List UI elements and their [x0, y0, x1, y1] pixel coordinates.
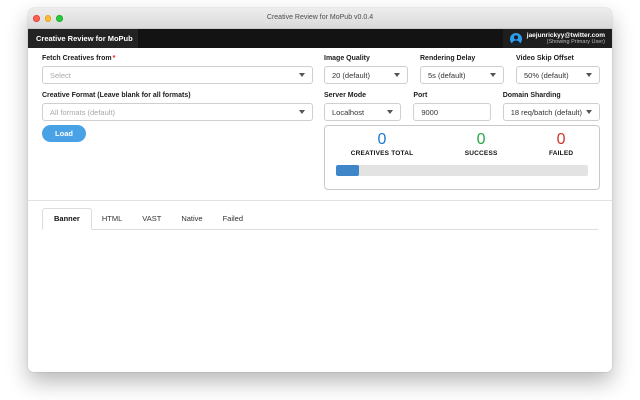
user-email: jaejunrickyy@twitter.com: [526, 31, 605, 39]
domain-sharding-label: Domain Sharding: [502, 92, 561, 99]
domain-sharding-value: 18 req/batch (default): [510, 107, 582, 117]
server-mode-label: Server Mode: [324, 92, 367, 99]
fetch-creatives-value: Select: [50, 70, 71, 80]
stats-row: 0 CREATIVES TOTAL 0 SUCCESS 0 FAILED: [325, 131, 599, 157]
chevron-down-icon: [394, 73, 400, 77]
chevron-down-icon: [387, 110, 394, 114]
video-skip-offset-select[interactable]: 50% (default): [516, 66, 600, 84]
tab-native[interactable]: Native: [171, 209, 212, 229]
result-tabs: Banner HTML VAST Native Failed: [42, 208, 598, 230]
video-skip-offset-value: 50% (default): [524, 70, 569, 80]
progress-fill: [336, 165, 359, 176]
fetch-creatives-field: Fetch Creatives from* Select: [42, 55, 313, 84]
stat-creatives-total: 0 CREATIVES TOTAL: [351, 131, 414, 157]
image-quality-field: Image Quality 20 (default): [324, 55, 408, 84]
progress-bar: [336, 165, 588, 176]
rendering-delay-label: Rendering Delay: [420, 55, 476, 62]
tab-html[interactable]: HTML: [92, 209, 132, 229]
app-window: Creative Review for MoPub v0.0.4 Creativ…: [28, 8, 612, 372]
settings-row-1: Image Quality 20 (default) Rendering Del…: [324, 55, 600, 84]
user-menu[interactable]: jaejunrickyy@twitter.com (Showing Primar…: [502, 29, 612, 48]
fetch-creatives-label: Fetch Creatives from*: [42, 55, 313, 62]
tab-banner[interactable]: Banner: [42, 208, 92, 230]
port-input[interactable]: [413, 103, 491, 121]
app-brand: Creative Review for MoPub: [28, 29, 138, 48]
image-quality-label: Image Quality: [324, 55, 370, 62]
domain-sharding-field: Domain Sharding 18 req/batch (default): [502, 92, 600, 121]
creative-format-value: All formats (default): [50, 107, 116, 117]
chevron-down-icon: [490, 73, 496, 77]
server-mode-select[interactable]: Localhost: [324, 103, 402, 121]
macos-titlebar[interactable]: Creative Review for MoPub v0.0.4: [28, 8, 612, 29]
server-mode-value: Localhost: [332, 107, 365, 117]
creative-format-select[interactable]: All formats (default): [42, 103, 313, 121]
desktop: Creative Review for MoPub v0.0.4 Creativ…: [0, 0, 640, 400]
chevron-down-icon: [586, 73, 592, 77]
stats-panel: 0 CREATIVES TOTAL 0 SUCCESS 0 FAILED: [324, 125, 600, 190]
window-title: Creative Review for MoPub v0.0.4: [266, 14, 374, 21]
server-mode-field: Server Mode Localhost: [324, 92, 402, 121]
image-quality-select[interactable]: 20 (default): [324, 66, 408, 84]
fetch-creatives-label-text: Fetch Creatives from: [42, 55, 112, 62]
success-value: 0: [476, 131, 486, 148]
failed-value: 0: [556, 131, 566, 148]
port-label: Port: [413, 92, 428, 99]
success-label: SUCCESS: [464, 150, 498, 157]
creative-format-field: Creative Format (Leave blank for all for…: [42, 92, 313, 121]
creative-format-label: Creative Format (Leave blank for all for…: [42, 92, 191, 99]
chevron-down-icon: [299, 110, 305, 114]
app-header: Creative Review for MoPub jaejunrickyy@t…: [28, 29, 612, 48]
user-info: jaejunrickyy@twitter.com (Showing Primar…: [527, 32, 605, 46]
tab-vast[interactable]: VAST: [132, 209, 171, 229]
video-skip-offset-label: Video Skip Offset: [516, 55, 574, 62]
image-quality-value: 20 (default): [332, 70, 370, 80]
stat-failed: 0 FAILED: [549, 131, 573, 157]
creatives-total-label: CREATIVES TOTAL: [350, 150, 414, 157]
load-button[interactable]: Load: [42, 125, 86, 142]
fetch-creatives-select[interactable]: Select: [42, 66, 313, 84]
domain-sharding-select[interactable]: 18 req/batch (default): [502, 103, 600, 121]
failed-label: FAILED: [548, 150, 574, 157]
required-asterisk: *: [112, 55, 116, 62]
settings-row-2: Server Mode Localhost Port Domain Shardi…: [324, 92, 600, 121]
chevron-down-icon: [299, 73, 305, 77]
video-skip-offset-field: Video Skip Offset 50% (default): [516, 55, 600, 84]
header-spacer: [138, 29, 503, 48]
rendering-delay-select[interactable]: 5s (default): [420, 66, 504, 84]
tab-failed[interactable]: Failed: [213, 209, 253, 229]
stat-success: 0 SUCCESS: [465, 131, 498, 157]
port-field: Port: [413, 92, 491, 121]
rendering-delay-value: 5s (default): [428, 70, 466, 80]
chevron-down-icon: [586, 110, 592, 114]
user-subtitle: (Showing Primary User): [546, 39, 605, 46]
rendering-delay-field: Rendering Delay 5s (default): [420, 55, 504, 84]
section-divider: [28, 200, 612, 201]
creatives-total-value: 0: [377, 131, 387, 148]
main-content: Fetch Creatives from* Select Creative Fo…: [28, 48, 612, 372]
user-avatar-icon: [509, 32, 522, 45]
